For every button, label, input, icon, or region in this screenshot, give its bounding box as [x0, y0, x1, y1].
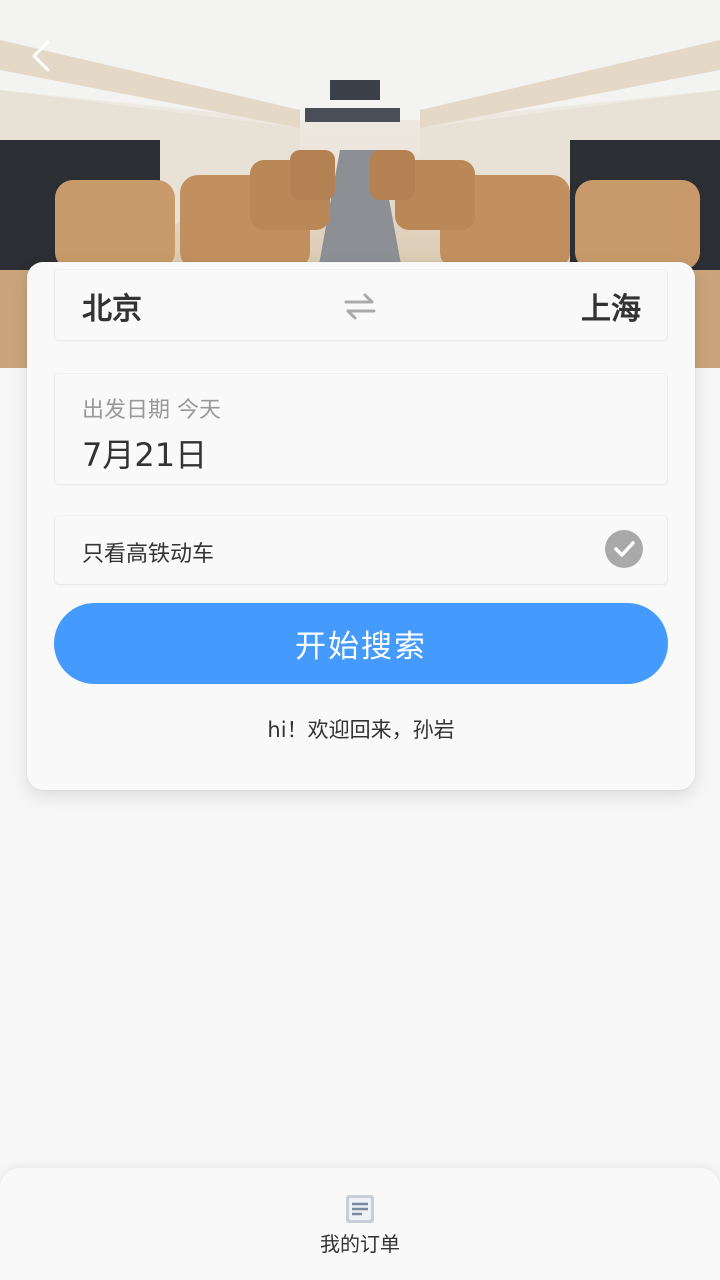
date-value: 7月21日	[82, 436, 208, 474]
bottom-tab-bar: 我的订单	[0, 1168, 720, 1280]
check-circle-icon[interactable]	[605, 530, 643, 568]
departure-date-picker[interactable]: 出发日期 今天 7月21日	[55, 374, 667, 484]
high-speed-filter[interactable]: 只看高铁动车	[55, 516, 667, 584]
welcome-message: hi！欢迎回来，孙岩	[267, 718, 455, 742]
swap-icon[interactable]	[342, 292, 378, 320]
date-label: 出发日期 今天	[82, 398, 221, 423]
orders-list-icon	[346, 1195, 374, 1223]
tab-label: 我的订单	[320, 1232, 400, 1256]
back-chevron-icon[interactable]	[22, 36, 62, 76]
search-button[interactable]: 开始搜索	[54, 603, 668, 684]
route-selector: 北京 上海	[55, 270, 667, 340]
departure-city[interactable]: 北京	[82, 284, 142, 328]
arrival-city[interactable]: 上海	[581, 284, 641, 328]
filter-label: 只看高铁动车	[82, 542, 215, 567]
tab-my-orders[interactable]: 我的订单	[300, 1188, 420, 1268]
search-card: 北京 上海 出发日期 今天 7月21日 只看高铁动车 开始搜索 hi！欢迎回来，…	[27, 262, 695, 790]
